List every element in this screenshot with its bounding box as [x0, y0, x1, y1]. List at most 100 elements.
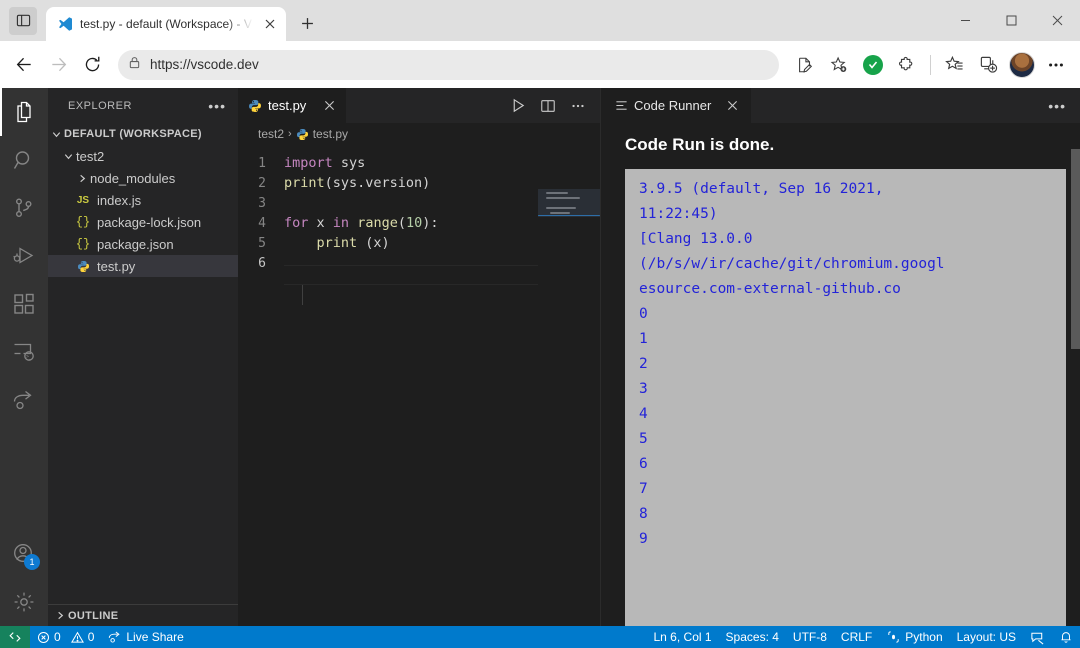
error-icon: [37, 631, 50, 644]
panel-more-actions-icon[interactable]: •••: [1048, 98, 1066, 114]
split-editor-button[interactable]: [534, 92, 562, 120]
activitybar-item-accounts[interactable]: 1: [0, 530, 48, 578]
back-button[interactable]: [8, 49, 40, 81]
remote-indicator-icon: [8, 630, 22, 644]
profile-button[interactable]: [1006, 49, 1038, 81]
sidebar-more-actions-icon[interactable]: •••: [208, 98, 230, 114]
tree-item-package-json[interactable]: {} package.json: [48, 233, 238, 255]
extensions-icon: [12, 292, 36, 316]
editor-tab-close-icon[interactable]: [320, 97, 338, 115]
panel-tab-close-icon[interactable]: [723, 97, 741, 115]
vscode-app: >_ 1: [0, 88, 1080, 648]
browser-settings-button[interactable]: [1040, 49, 1072, 81]
collections-button[interactable]: [938, 49, 970, 81]
statusbar-cursor-position[interactable]: Ln 6, Col 1: [647, 626, 719, 648]
explorer-sidebar: EXPLORER ••• DEFAULT (WORKSPACE): [48, 88, 238, 626]
activitybar-item-search[interactable]: [0, 136, 48, 184]
close-button[interactable]: [1034, 5, 1080, 37]
source-control-icon: [12, 196, 36, 220]
breadcrumb-separator-icon: ›: [288, 128, 292, 140]
activitybar-item-source-control[interactable]: [0, 184, 48, 232]
forward-button[interactable]: [42, 49, 74, 81]
editor-more-actions-button[interactable]: [564, 92, 592, 120]
collections-icon: [945, 55, 964, 74]
activitybar-item-extensions[interactable]: [0, 280, 48, 328]
statusbar-notifications[interactable]: [1052, 626, 1080, 648]
code-line-text: import sys: [284, 155, 365, 171]
panel-body: Code Run is done. 3.9.5 (default, Sep 16…: [601, 123, 1080, 626]
minimize-button[interactable]: [942, 5, 988, 37]
panel-heading: Code Run is done.: [625, 135, 1066, 155]
editor-tabbar: test.py: [238, 88, 600, 123]
statusbar-language-mode[interactable]: Python: [879, 626, 949, 648]
new-tab-button[interactable]: [292, 8, 322, 38]
warning-icon: [71, 631, 84, 644]
breadcrumb-item-file[interactable]: test.py: [313, 127, 348, 141]
activitybar-item-explorer[interactable]: [0, 88, 48, 136]
editor-tab-test-py[interactable]: test.py: [238, 88, 347, 123]
tree-root-label: DEFAULT (WORKSPACE): [64, 128, 202, 140]
activitybar-item-run-and-debug[interactable]: [0, 232, 48, 280]
notes-button[interactable]: [789, 49, 821, 81]
sidebar-section-outline[interactable]: OUTLINE: [48, 604, 238, 626]
browser-tab[interactable]: test.py - default (Workspace) - V: [46, 7, 286, 41]
run-play-icon: [510, 97, 527, 114]
run-code-button[interactable]: [504, 92, 532, 120]
browser-tab-title: test.py - default (Workspace) - V: [80, 17, 253, 31]
panel-tab-code-runner[interactable]: Code Runner: [601, 88, 751, 123]
green-extension-icon: [863, 55, 883, 75]
python-file-icon: [74, 260, 92, 273]
tree-item-index-js[interactable]: JS index.js: [48, 189, 238, 211]
search-icon: [12, 148, 36, 172]
python-file-icon: [248, 99, 262, 113]
tab-search-button[interactable]: [9, 7, 37, 35]
tree-folder-test2[interactable]: test2: [48, 145, 238, 167]
minimap-slider[interactable]: [538, 189, 600, 217]
statusbar-problems[interactable]: 0 0: [30, 626, 101, 648]
code-content[interactable]: 1 import sys 2 print(sys.version) 3: [238, 145, 538, 626]
statusbar-live-share[interactable]: Live Share: [101, 626, 190, 648]
tree-item-label: package.json: [92, 237, 174, 252]
json-file-icon: {}: [74, 215, 92, 229]
activitybar-item-manage[interactable]: [0, 578, 48, 626]
live-share-icon: [108, 630, 122, 644]
green-extension-button[interactable]: [857, 49, 889, 81]
breadcrumb-item-folder[interactable]: test2: [258, 127, 284, 141]
tree-item-label: index.js: [92, 193, 141, 208]
statusbar-keyboard-layout[interactable]: Layout: US: [950, 626, 1023, 648]
file-tree: DEFAULT (WORKSPACE) test2: [48, 123, 238, 604]
layout-label: Layout: US: [957, 630, 1016, 644]
toolbar-divider: [930, 55, 931, 75]
statusbar-encoding[interactable]: UTF-8: [786, 626, 834, 648]
panel-tab-label: Code Runner: [634, 98, 711, 113]
activitybar-item-live-share[interactable]: [0, 376, 48, 424]
tree-root-workspace[interactable]: DEFAULT (WORKSPACE): [48, 123, 238, 145]
statusbar-eol[interactable]: CRLF: [834, 626, 879, 648]
add-favorite-button[interactable]: [823, 49, 855, 81]
reload-button[interactable]: [76, 49, 108, 81]
json-file-icon: {}: [74, 237, 92, 251]
code-editor[interactable]: 1 import sys 2 print(sys.version) 3: [238, 145, 600, 626]
split-screen-button[interactable]: [972, 49, 1004, 81]
encoding-label: UTF-8: [793, 630, 827, 644]
maximize-button[interactable]: [988, 5, 1034, 37]
panel-scrollbar[interactable]: [1070, 123, 1080, 626]
tree-item-test-py[interactable]: test.py: [48, 255, 238, 277]
gear-icon: [12, 590, 36, 614]
editor-group: test.py: [238, 88, 600, 626]
output-list-icon: [615, 99, 628, 112]
panel-scrollbar-thumb[interactable]: [1071, 149, 1080, 349]
editor-minimap[interactable]: [538, 145, 600, 626]
tree-item-package-lock-json[interactable]: {} package-lock.json: [48, 211, 238, 233]
activitybar-item-remote-explorer[interactable]: >_: [0, 328, 48, 376]
tree-item-node-modules[interactable]: node_modules: [48, 167, 238, 189]
statusbar-indentation[interactable]: Spaces: 4: [719, 626, 786, 648]
statusbar-remote-indicator[interactable]: [0, 626, 30, 648]
code-runner-panel: Code Runner ••• Code Run is done. 3.9.5 …: [600, 88, 1080, 626]
extensions-button[interactable]: [891, 49, 923, 81]
tab-list-icon: [16, 13, 31, 28]
lock-icon: [128, 56, 141, 74]
address-bar[interactable]: https://vscode.dev: [118, 50, 779, 80]
browser-tab-close-icon[interactable]: [260, 14, 280, 34]
statusbar-feedback[interactable]: [1023, 626, 1052, 648]
